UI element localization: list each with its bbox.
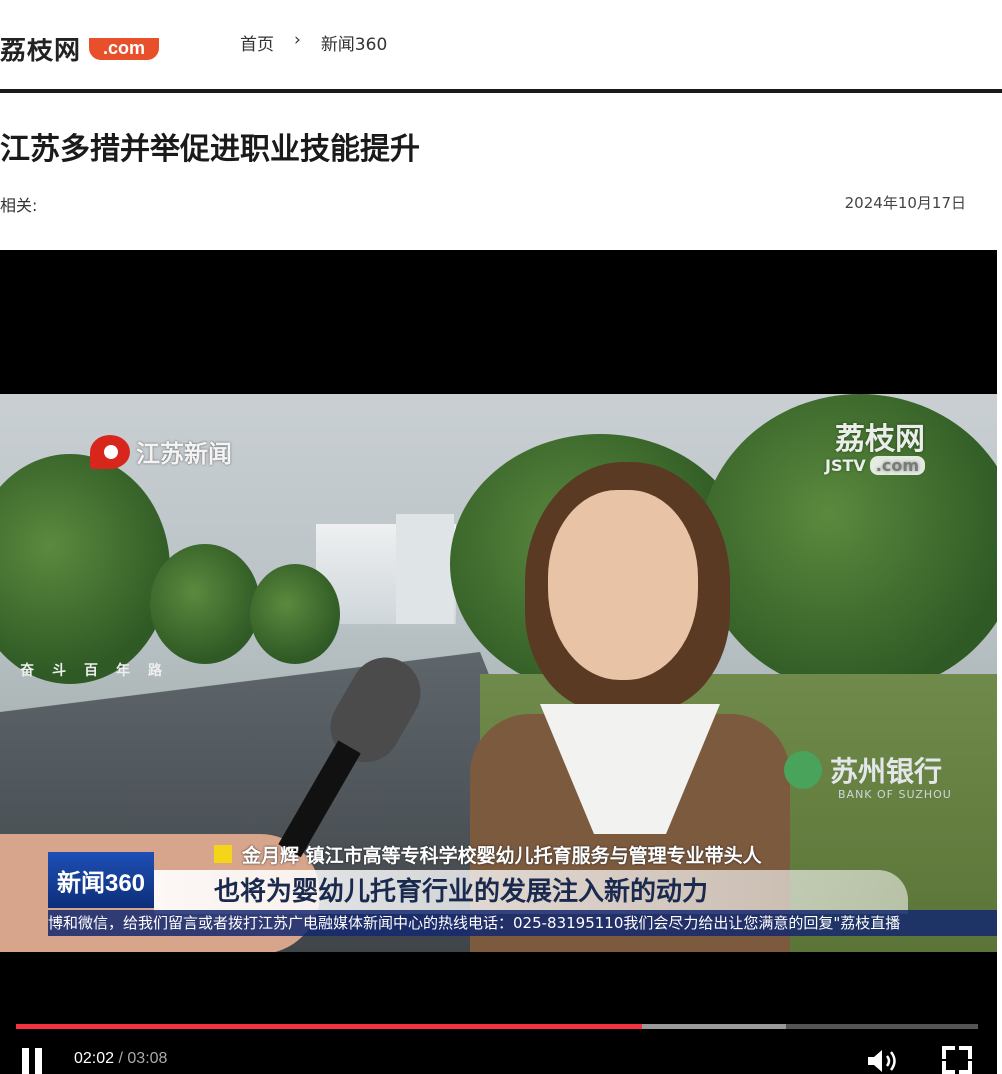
current-time: 02:02	[74, 1050, 115, 1067]
quote-subtitle: 也将为婴幼儿托育行业的发展注入新的动力	[214, 877, 709, 907]
watermark-sub: JSTV .com	[825, 456, 925, 475]
program-logo: 新闻360	[48, 852, 154, 908]
logo-badge: .com	[89, 38, 160, 60]
sponsor-name-en: BANK OF SUZHOU	[838, 788, 952, 801]
station-logo-text: 江苏新闻	[136, 440, 232, 468]
pause-icon[interactable]	[20, 1048, 44, 1074]
article-title: 江苏多措并举促进职业技能提升	[0, 132, 420, 167]
jsnews-logo-icon	[90, 434, 130, 469]
video-player[interactable]: 奋斗百年路 江苏新闻 荔枝网 JSTV .com 苏州银行 BANK OF SUZ…	[0, 250, 997, 1074]
site-header: 荔枝网 .com 首页 › 新闻360	[0, 0, 1002, 93]
bank-logo-icon	[784, 751, 822, 789]
progress-bar[interactable]	[16, 1024, 978, 1029]
breadcrumb-home[interactable]: 首页	[240, 30, 274, 54]
publish-date: 2024年10月17日	[844, 194, 966, 212]
lizhi-watermark: 荔枝网 JSTV .com	[825, 414, 925, 475]
site-logo[interactable]: 荔枝网 .com	[0, 38, 160, 72]
station-logo: 江苏新闻	[90, 434, 232, 469]
watermark-main: 荔枝网	[835, 422, 925, 457]
header-divider	[0, 89, 1002, 93]
breadcrumb: 首页 › 新闻360	[240, 30, 387, 54]
time-separator: /	[114, 1050, 128, 1067]
logo-text: 荔枝网	[0, 38, 82, 66]
sponsor-logo: 苏州银行 BANK OF SUZHOU	[784, 750, 951, 801]
fullscreen-icon[interactable]	[942, 1046, 972, 1074]
scene-tree	[150, 544, 260, 664]
breadcrumb-separator: ›	[294, 30, 301, 50]
volume-icon[interactable]	[866, 1048, 900, 1074]
speaker-caption-text: 金月辉 镇江市高等专科学校婴幼儿托育服务与管理专业带头人	[242, 844, 762, 867]
total-time: 03:08	[127, 1050, 168, 1067]
related-label: 相关:	[0, 196, 38, 215]
sponsor-name: 苏州银行	[830, 755, 943, 788]
player-controls: 02:02 / 03:08	[0, 1044, 997, 1074]
video-frame[interactable]: 奋斗百年路 江苏新闻 荔枝网 JSTV .com 苏州银行 BANK OF SUZ…	[0, 394, 997, 952]
news-ticker: 博和微信，给我们留言或者拨打江苏广电融媒体新闻中心的热线电话：025-83195…	[48, 910, 997, 936]
breadcrumb-section[interactable]: 新闻360	[321, 30, 387, 54]
watermark-badge: .com	[869, 456, 925, 475]
progress-played	[16, 1024, 643, 1029]
time-display: 02:02 / 03:08	[74, 1050, 167, 1068]
speaker-caption: 金月辉 镇江市高等专科学校婴幼儿托育服务与管理专业带头人	[214, 840, 762, 868]
caption-marker	[214, 845, 232, 863]
road-sign: 奋斗百年路	[20, 663, 180, 679]
